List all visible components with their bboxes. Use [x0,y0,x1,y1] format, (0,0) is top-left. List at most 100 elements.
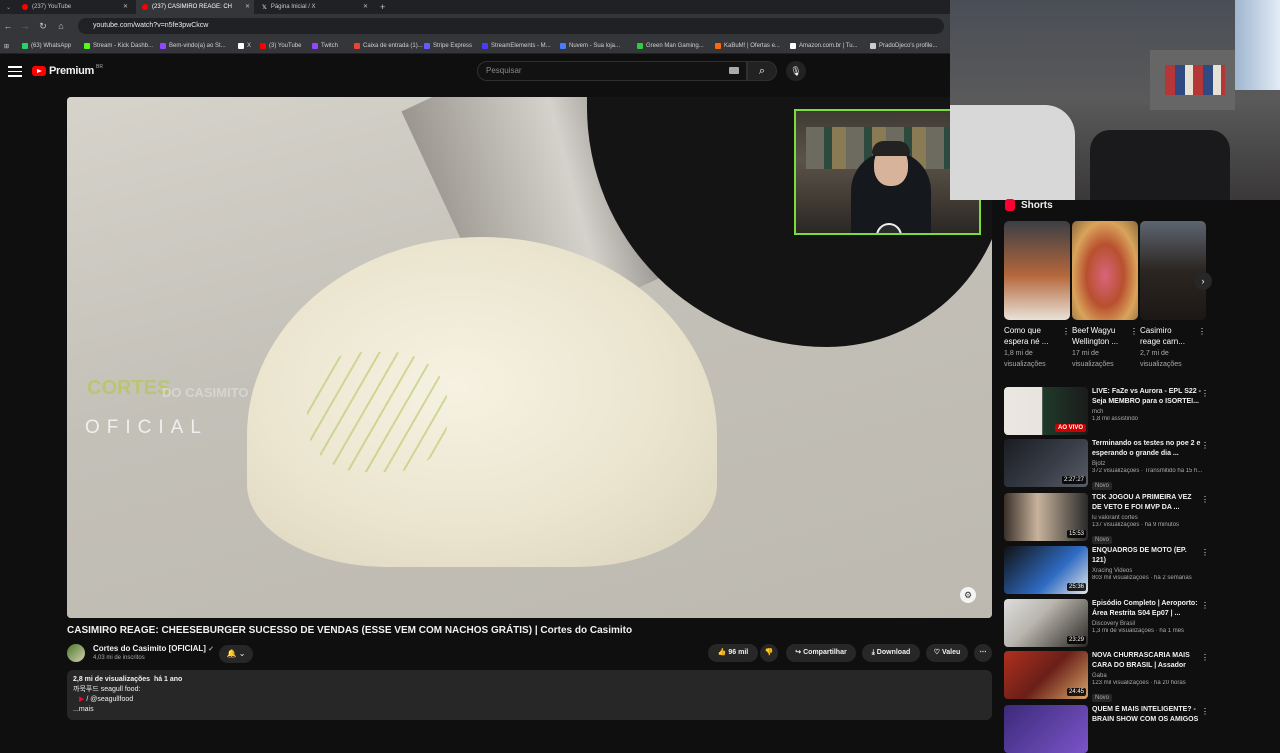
channel-name[interactable]: mch [1092,409,1202,415]
channel-name[interactable]: Gaba [1092,673,1202,679]
apps-grid-icon[interactable]: ⊞ [4,38,9,54]
more-options-icon[interactable]: ⋮ [1201,495,1209,504]
bookmark-item[interactable]: Stream - Kick Dashb... [84,38,153,54]
video-title[interactable]: ENQUADROS DE MOTO (EP. 121) [1092,546,1202,566]
show-more-link[interactable]: ...mais [73,705,986,715]
short-thumbnail[interactable] [1072,221,1138,320]
reload-icon[interactable]: ↻ [36,19,50,33]
more-options-icon[interactable]: ⋮ [1198,327,1206,336]
thanks-button[interactable]: ♡ Valeu [926,644,968,662]
video-thumbnail[interactable]: 15:53 [1004,493,1088,541]
video-thumbnail[interactable] [1004,705,1088,753]
more-options-icon[interactable]: ⋮ [1201,653,1209,662]
dislike-button[interactable]: 👎 [760,644,778,662]
channel-name[interactable]: Discovery Brasil [1092,621,1202,627]
video-title[interactable]: Episódio Completo | Aeroporto: Área Rest… [1092,599,1202,619]
player-settings-icon[interactable]: ⚙ [960,587,976,603]
description-box[interactable]: 2,8 mi de visualizações há 1 ano 까묵푸드 se… [67,670,992,720]
youtube-premium-logo[interactable]: Premium BR [32,64,103,77]
recommended-video[interactable]: QUEM É MAIS INTELIGENTE? - BRAIN SHOW CO… [1004,705,1209,753]
channel-avatar[interactable] [67,644,85,662]
search-button[interactable]: ⌕ [747,61,777,81]
channel-name[interactable]: Bjotz [1092,461,1202,467]
more-options-icon[interactable]: ⋮ [1201,389,1209,398]
video-thumbnail[interactable]: 23:29 [1004,599,1088,647]
video-title[interactable]: QUEM É MAIS INTELIGENTE? - BRAIN SHOW CO… [1092,705,1202,725]
short-card[interactable]: Beef Wagyu Wellington ... 17 mi de visua… [1072,221,1138,370]
live-badge: AO VIVO [1054,424,1086,432]
share-button[interactable]: ↪ Compartilhar [786,644,856,662]
tab-x-home[interactable]: 𝕏 Página Inicial / X ✕ [256,0,372,14]
bookmark-item[interactable]: StreamElements - M... [482,38,551,54]
bookmark-item[interactable]: X [238,38,251,54]
recommended-video[interactable]: 15:53 TCK JOGOU A PRIMEIRA VEZ DE VETO E … [1004,493,1209,544]
menu-icon[interactable] [8,66,22,78]
voice-search-button[interactable]: 🎙 [786,61,806,81]
shorts-next-button[interactable]: › [1194,272,1212,290]
video-title[interactable]: NOVA CHURRASCARIA MAIS CARA DO BRASIL | … [1092,651,1202,671]
new-tab-icon[interactable]: + [374,0,388,14]
back-icon[interactable]: ← [1,19,15,33]
recommended-video[interactable]: 24:45 NOVA CHURRASCARIA MAIS CARA DO BRAS… [1004,651,1209,702]
download-button[interactable]: ⤓ Download [862,644,920,662]
search-input[interactable]: Pesquisar [477,61,747,81]
recommended-video[interactable]: 25:36 ENQUADROS DE MOTO (EP. 121) Xracing … [1004,546,1209,594]
tab-casimiro[interactable]: (237) CASIMIRO REAGE: CH ✕ [136,0,254,14]
bookmark-label: Nuvem - Sua loja... [569,43,621,49]
tab-search-icon[interactable]: ⌄ [0,0,14,14]
more-options-icon[interactable]: ⋮ [1130,327,1138,336]
video-thumbnail[interactable]: 25:36 [1004,546,1088,594]
video-title[interactable]: TCK JOGOU A PRIMEIRA VEZ DE VETO E FOI M… [1092,493,1202,513]
recommended-video[interactable]: 2:27:27 Terminando os testes no poe 2 e e… [1004,439,1209,490]
bookmark-item[interactable]: (3) YouTube [260,38,301,54]
channel-name[interactable]: Xracing Videos [1092,568,1202,574]
tab-youtube[interactable]: (237) YouTube ✕ [16,0,132,14]
video-thumbnail[interactable]: 2:27:27 [1004,439,1088,487]
video-meta: 137 visualizações · há 9 minutos [1092,522,1180,528]
video-duration: 25:36 [1066,583,1086,591]
bookmark-item[interactable]: Bem-vindo(a) ao St... [160,38,226,54]
tab-close-icon[interactable]: ✕ [123,3,128,10]
short-card[interactable]: Casimiro reage carn... 2,7 mi de visuali… [1140,221,1206,370]
bookmark-item[interactable]: Stripe Express [424,38,472,54]
recommended-video[interactable]: AO VIVO LIVE: FaZe vs Aurora - EPL S22 - … [1004,387,1209,435]
bookmark-item[interactable]: KaBuM! | Ofertas e... [715,38,780,54]
bookmark-item[interactable]: Caixa de entrada (1)... [354,38,423,54]
bookmark-item[interactable]: Green Man Gaming... [637,38,704,54]
more-options-icon[interactable]: ⋮ [1201,441,1209,450]
short-thumbnail[interactable] [1140,221,1206,320]
bookmark-item[interactable]: Twitch [312,38,338,54]
keyboard-icon[interactable] [729,67,739,74]
short-card[interactable]: Como que espera né ... 1,8 mi de visuali… [1004,221,1070,370]
forward-icon[interactable]: → [18,19,32,33]
short-thumbnail[interactable] [1004,221,1070,320]
short-title[interactable]: Beef Wagyu Wellington ... [1072,325,1126,347]
tab-close-icon[interactable]: ✕ [245,3,250,10]
home-icon[interactable]: ⌂ [54,19,68,33]
video-thumbnail[interactable]: 24:45 [1004,651,1088,699]
channel-link[interactable]: ▶ / @seagullfood [73,695,986,705]
tab-close-icon[interactable]: ✕ [363,3,368,10]
more-options-icon[interactable]: ⋮ [1062,327,1070,336]
video-thumbnail[interactable]: AO VIVO [1004,387,1088,435]
video-title[interactable]: LIVE: FaZe vs Aurora - EPL S22 - Seja ME… [1092,387,1202,407]
bookmark-favicon-icon [482,43,488,49]
channel-name[interactable]: Cortes do Casimito [OFICIAL] ✓ [93,644,214,653]
notifications-button[interactable]: 🔔 ⌄ [219,645,253,663]
bookmark-item[interactable]: Nuvem - Sua loja... [560,38,620,54]
like-button[interactable]: 👍 96 mil [708,644,758,662]
more-options-icon[interactable]: ⋮ [1201,707,1209,716]
bookmark-item[interactable]: (63) WhatsApp [22,38,71,54]
recommended-video[interactable]: 23:29 Episódio Completo | Aeroporto: Área… [1004,599,1209,647]
more-actions-button[interactable]: ⋯ [974,644,992,662]
bookmark-item[interactable]: PradoDjeco's profile... [870,38,938,54]
thumbs-down-icon: 👎 [764,649,774,656]
short-title[interactable]: Como que espera né ... [1004,325,1058,347]
more-options-icon[interactable]: ⋮ [1201,601,1209,610]
bookmark-item[interactable]: Amazon.com.br | Tu... [790,38,858,54]
video-title[interactable]: Terminando os testes no poe 2 e esperand… [1092,439,1202,459]
short-title[interactable]: Casimiro reage carn... [1140,325,1194,347]
more-options-icon[interactable]: ⋮ [1201,548,1209,557]
url-bar[interactable]: youtube.com/watch?v=n5fe3pwCkcw [78,18,944,34]
channel-name[interactable]: lu valorant cortes [1092,515,1202,521]
